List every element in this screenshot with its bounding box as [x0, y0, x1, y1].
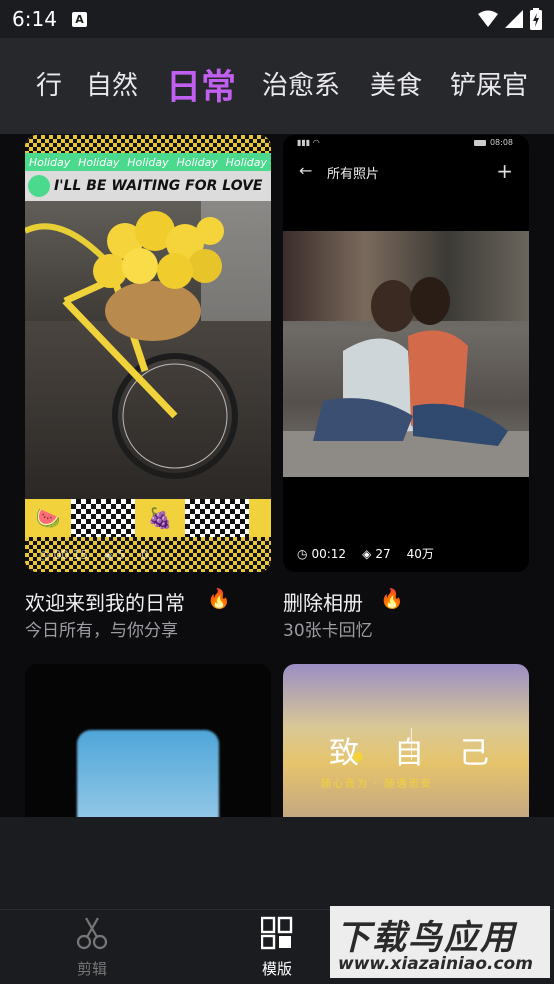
friends-photo [283, 231, 529, 477]
category-tab-nature[interactable]: 自然 [86, 65, 138, 102]
plus-icon: + [496, 159, 513, 183]
nav-label: 模版 [261, 960, 292, 978]
template-card-to-self[interactable]: 致 自 己 随心而为 · 随遇而安 [283, 664, 529, 817]
back-arrow-icon: ← [299, 161, 313, 180]
grape-icon: 🍇 [135, 499, 185, 537]
fire-icon: 🔥 [380, 588, 404, 610]
checker-border [25, 135, 271, 153]
phone-battery-icon [473, 139, 486, 146]
nav-label: 剪辑 [76, 960, 107, 978]
template-card-delete-album[interactable]: ▮▮▮ ◠ 08:08 ← 所有照片 + ◷ 00:12 ◈ 27 40万 [283, 135, 529, 572]
layers-icon: ◈ [104, 548, 114, 562]
category-tab-bar: 行 自然 日常 治愈系 美食 铲屎官 [0, 38, 554, 134]
phone-header: 所有照片 [327, 167, 380, 182]
category-tab-food[interactable]: 美食 [370, 65, 422, 102]
template-grid: Holiday Holiday Holiday Holiday Holiday I'LL… [0, 134, 554, 817]
holiday-banner: Holiday Holiday Holiday Holiday Holiday [25, 153, 271, 171]
status-time: 6:14 [12, 7, 57, 31]
sticker-row: 🍉 🍇 [25, 499, 271, 537]
bicycle-photo: I'LL BE WAITING FOR LOVE [25, 171, 271, 501]
overlay-caption: I'LL BE WAITING FOR LOVE [54, 178, 263, 194]
sky-photo [77, 730, 219, 817]
scissors-icon [76, 917, 108, 950]
category-tab[interactable]: 行 [36, 65, 62, 102]
phone-signal-icon: ▮▮▮ ◠ [297, 138, 320, 147]
tagline: 随心而为 · 随遇而安 [321, 779, 433, 790]
smiley-icon [28, 175, 50, 197]
template-subtitle: 30张卡回忆 [283, 621, 373, 641]
clock-icon: ◷ [39, 548, 50, 562]
nav-edit[interactable]: 剪辑 [52, 916, 132, 979]
template-card-sky[interactable] [25, 664, 271, 817]
category-tab-pets[interactable]: 铲屎官 [450, 65, 528, 102]
wifi-icon [478, 10, 498, 27]
template-grid-icon [260, 916, 293, 950]
nav-templates[interactable]: 模版 [237, 916, 317, 979]
watermelon-icon: 🍉 [25, 499, 71, 537]
layers-icon: ◈ [362, 546, 372, 561]
template-card-daily[interactable]: Holiday Holiday Holiday Holiday Holiday I'LL… [25, 135, 271, 572]
category-tab-healing[interactable]: 治愈系 [262, 65, 340, 102]
category-tab-daily[interactable]: 日常 [166, 59, 236, 110]
site-watermark: 下载鸟应用 www.xiazainiao.com [330, 906, 550, 978]
template-title[interactable]: 删除相册 [283, 587, 363, 616]
watermark-title: 下载鸟应用 [336, 918, 516, 958]
phone-time: 08:08 [489, 138, 513, 147]
card-meta: ◷ 00:15 ◈ 5 0 [39, 548, 149, 562]
to-self-title: 致 自 己 [329, 736, 489, 771]
battery-icon [530, 8, 542, 30]
clock-icon: ◷ [297, 546, 308, 561]
fire-icon: 🔥 [207, 588, 231, 610]
card-meta: ◷ 00:12 ◈ 27 40万 [297, 546, 434, 562]
spacer [0, 817, 554, 909]
signal-icon [505, 10, 523, 28]
template-subtitle: 今日所有，与你分享 [25, 621, 178, 641]
watermark-url: www.xiazainiao.com [338, 954, 533, 974]
status-bar: 6:14 A [0, 0, 554, 38]
notification-app-icon: A [72, 12, 87, 27]
template-title[interactable]: 欢迎来到我的日常 [25, 587, 185, 616]
